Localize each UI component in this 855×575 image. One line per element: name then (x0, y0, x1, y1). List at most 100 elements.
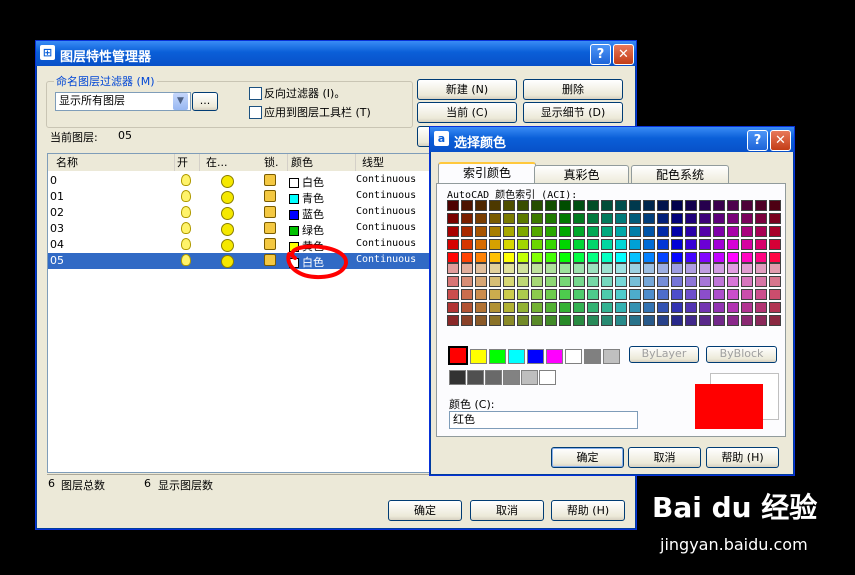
standard-color-swatch[interactable] (603, 349, 620, 364)
standard-color-swatch[interactable] (584, 349, 601, 364)
aci-color-cell[interactable] (573, 213, 585, 224)
aci-color-cell[interactable] (531, 213, 543, 224)
layer-color[interactable]: 绿色 (289, 222, 324, 238)
aci-color-cell[interactable] (573, 315, 585, 326)
tab-true-color[interactable]: 真彩色 (534, 165, 629, 184)
aci-color-cell[interactable] (727, 213, 739, 224)
aci-color-cell[interactable] (475, 239, 487, 250)
aci-color-cell[interactable] (671, 276, 683, 287)
aci-color-cell[interactable] (587, 252, 599, 263)
aci-color-cell[interactable] (489, 302, 501, 313)
aci-color-cell[interactable] (475, 289, 487, 300)
tab-index-color[interactable]: 索引颜色 (438, 162, 536, 183)
table-row[interactable]: 04 黄色 Continuous (48, 237, 436, 253)
lightbulb-icon[interactable] (181, 174, 191, 186)
aci-color-cell[interactable] (769, 302, 781, 313)
aci-color-cell[interactable] (517, 239, 529, 250)
unlock-icon[interactable] (264, 254, 276, 266)
color-name-input[interactable]: 红色 (449, 411, 638, 429)
aci-color-cell[interactable] (601, 252, 613, 263)
aci-color-cell[interactable] (461, 226, 473, 237)
aci-color-cell[interactable] (769, 276, 781, 287)
aci-color-cell[interactable] (615, 252, 627, 263)
aci-color-cell[interactable] (601, 276, 613, 287)
aci-color-cell[interactable] (559, 276, 571, 287)
column-on[interactable]: 开 (175, 154, 200, 171)
aci-color-cell[interactable] (573, 263, 585, 274)
unlock-icon[interactable] (264, 174, 276, 186)
aci-color-cell[interactable] (531, 200, 543, 211)
color-help-button[interactable]: 帮助 (H) (706, 447, 779, 468)
aci-color-cell[interactable] (559, 302, 571, 313)
aci-color-cell[interactable] (475, 276, 487, 287)
aci-color-cell[interactable] (475, 200, 487, 211)
aci-color-cell[interactable] (741, 302, 753, 313)
aci-color-cell[interactable] (503, 226, 515, 237)
aci-color-cell[interactable] (545, 315, 557, 326)
layer-linetype[interactable]: Continuous (356, 206, 416, 217)
column-color[interactable]: 颜色 (288, 154, 356, 171)
layer-ok-button[interactable]: 确定 (388, 500, 462, 521)
aci-color-cell[interactable] (615, 302, 627, 313)
aci-color-cell[interactable] (643, 315, 655, 326)
aci-color-cell[interactable] (629, 263, 641, 274)
aci-color-cell[interactable] (643, 239, 655, 250)
aci-color-cell[interactable] (643, 213, 655, 224)
aci-color-cell[interactable] (447, 200, 459, 211)
aci-color-cell[interactable] (615, 213, 627, 224)
aci-color-cell[interactable] (755, 289, 767, 300)
aci-color-cell[interactable] (559, 239, 571, 250)
aci-color-cell[interactable] (559, 226, 571, 237)
aci-color-cell[interactable] (475, 315, 487, 326)
aci-color-cell[interactable] (727, 276, 739, 287)
aci-color-cell[interactable] (713, 263, 725, 274)
aci-color-cell[interactable] (629, 239, 641, 250)
aci-color-cell[interactable] (573, 239, 585, 250)
aci-color-cell[interactable] (475, 226, 487, 237)
lightbulb-icon[interactable] (181, 222, 191, 234)
aci-color-cell[interactable] (545, 226, 557, 237)
aci-color-cell[interactable] (517, 302, 529, 313)
aci-color-cell[interactable] (727, 315, 739, 326)
aci-color-cell[interactable] (727, 263, 739, 274)
aci-color-cell[interactable] (573, 289, 585, 300)
aci-color-cell[interactable] (643, 252, 655, 263)
aci-color-cell[interactable] (685, 276, 697, 287)
lightbulb-icon[interactable] (181, 254, 191, 266)
layer-list[interactable]: 名称 开 在... 锁. 颜色 线型 0 白色 Continuous 01 青色 Cont… (47, 153, 440, 473)
aci-color-cell[interactable] (685, 263, 697, 274)
aci-color-cell[interactable] (629, 213, 641, 224)
aci-color-cell[interactable] (489, 213, 501, 224)
apply-toolbar-checkbox[interactable] (249, 106, 262, 119)
aci-color-cell[interactable] (489, 239, 501, 250)
aci-color-cell[interactable] (531, 226, 543, 237)
gray-color-swatch[interactable] (503, 370, 520, 385)
aci-color-cell[interactable] (531, 276, 543, 287)
sun-icon[interactable] (221, 239, 234, 252)
aci-color-cell[interactable] (643, 289, 655, 300)
aci-color-cell[interactable] (503, 213, 515, 224)
aci-color-cell[interactable] (727, 226, 739, 237)
standard-color-swatch[interactable] (565, 349, 582, 364)
aci-color-cell[interactable] (741, 315, 753, 326)
aci-color-cell[interactable] (615, 276, 627, 287)
aci-color-cell[interactable] (545, 200, 557, 211)
aci-color-cell[interactable] (545, 239, 557, 250)
column-name[interactable]: 名称 (48, 154, 175, 171)
aci-color-cell[interactable] (671, 263, 683, 274)
aci-color-cell[interactable] (531, 302, 543, 313)
close-icon[interactable]: ✕ (770, 130, 791, 151)
aci-color-cell[interactable] (573, 200, 585, 211)
aci-color-cell[interactable] (685, 200, 697, 211)
lightbulb-icon[interactable] (181, 206, 191, 218)
help-icon[interactable]: ? (590, 44, 611, 65)
aci-color-cell[interactable] (657, 315, 669, 326)
table-row[interactable]: 0 白色 Continuous (48, 173, 436, 189)
aci-color-cell[interactable] (587, 200, 599, 211)
aci-color-cell[interactable] (587, 276, 599, 287)
aci-color-cell[interactable] (545, 263, 557, 274)
aci-color-cell[interactable] (755, 276, 767, 287)
aci-color-cell[interactable] (489, 226, 501, 237)
aci-color-cell[interactable] (573, 226, 585, 237)
aci-color-cell[interactable] (657, 263, 669, 274)
